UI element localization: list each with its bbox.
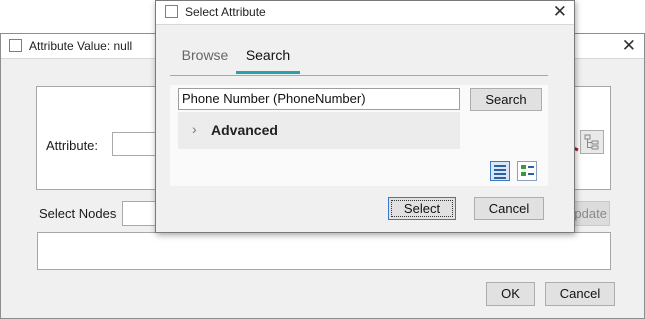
ok-button[interactable]: OK — [486, 282, 535, 306]
search-panel: Phone Number (PhoneNumber) Search › Adva… — [170, 85, 548, 186]
close-icon[interactable]: ✕ — [622, 36, 636, 56]
title-bar: Select Attribute ✕ — [156, 1, 574, 25]
chevron-right-icon: › — [192, 121, 197, 137]
active-tab-indicator — [236, 71, 300, 74]
list-view-button[interactable] — [490, 161, 510, 181]
window-icon — [165, 5, 178, 18]
cancel-button[interactable]: Cancel — [545, 282, 615, 306]
advanced-section[interactable]: › Advanced — [178, 112, 460, 149]
select-button[interactable]: Select — [388, 197, 456, 220]
select-attribute-dialog: Select Attribute ✕ Browse Search Phone N… — [155, 0, 575, 233]
close-icon[interactable]: ✕ — [553, 2, 567, 22]
nodes-list[interactable] — [37, 232, 611, 270]
detail-view-button[interactable] — [517, 161, 537, 181]
cancel-button[interactable]: Cancel — [474, 197, 544, 220]
tree-icon — [584, 134, 599, 150]
tab-browse[interactable]: Browse — [180, 47, 230, 63]
window-icon — [9, 39, 22, 52]
dialog-title: Attribute Value: null — [29, 39, 133, 53]
tab-search[interactable]: Search — [237, 47, 299, 63]
search-button[interactable]: Search — [470, 88, 542, 111]
select-nodes-label: Select Nodes — [39, 206, 117, 221]
tab-divider — [170, 75, 548, 76]
search-input[interactable]: Phone Number (PhoneNumber) — [178, 88, 460, 110]
advanced-label: Advanced — [211, 122, 278, 138]
attribute-label: Attribute: — [46, 138, 99, 153]
tree-button[interactable] — [580, 130, 604, 154]
dialog-title: Select Attribute — [185, 5, 266, 19]
